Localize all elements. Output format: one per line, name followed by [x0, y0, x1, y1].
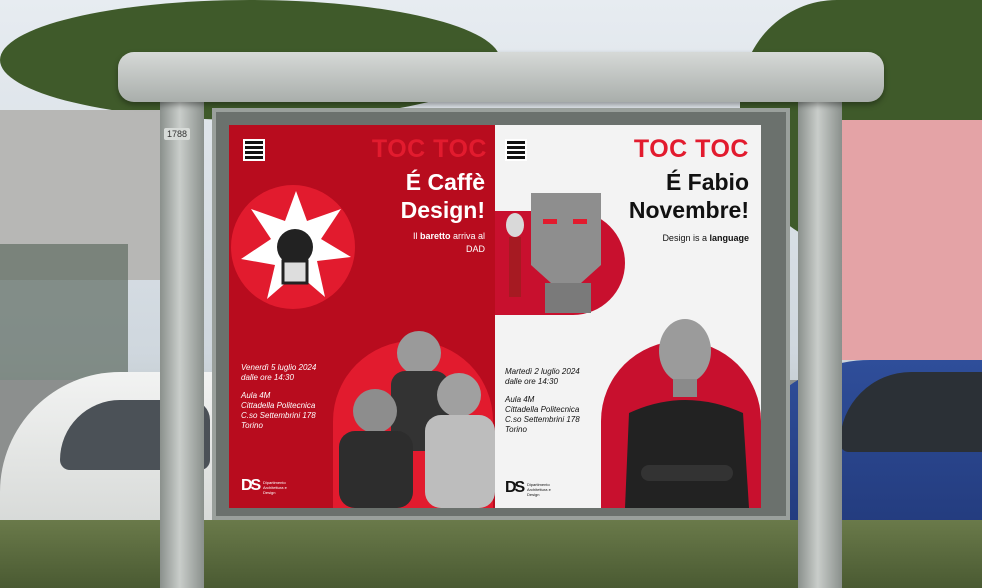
building-pink — [842, 120, 982, 360]
qr-code — [505, 139, 527, 161]
poster-fabio-novembre: TOC TOC É Fabio Novembre! Design is a la… — [495, 125, 761, 508]
poster-subtitle-line2: DAD — [465, 244, 485, 254]
billboard-post-left — [160, 96, 204, 588]
qr-code — [243, 139, 265, 161]
post-number-plate: 1788 — [164, 128, 191, 140]
department-logo-caption: Dipartimento Architettura e Design — [527, 482, 551, 497]
subtitle-prefix: Design is a — [662, 233, 707, 243]
subtitle-prefix: Il — [412, 231, 418, 241]
event-time: dalle ore 14:30 — [241, 373, 294, 382]
event-time: dalle ore 14:30 — [505, 377, 558, 386]
department-logo-caption: Dipartimento Architettura e Design — [263, 480, 287, 495]
poster-title-line3: Novembre! — [628, 197, 749, 223]
event-address: C.so Settembrini 178 — [241, 411, 316, 420]
poster-title-line1: TOC TOC — [633, 135, 749, 163]
mask-sculpture-image — [506, 193, 601, 313]
event-place: Cittadella Politecnica — [241, 401, 316, 410]
subtitle-bold: language — [709, 233, 749, 243]
poster-title-line1: TOC TOC — [371, 135, 487, 163]
event-details: Martedì 2 luglio 2024 dalle ore 14:30 Au… — [505, 367, 580, 435]
billboard-post-right — [798, 96, 842, 588]
department-logo: DS — [241, 477, 261, 494]
poster-subtitle: Design is a language — [662, 233, 749, 243]
poster-subtitle: Il baretto arriva al — [413, 231, 485, 241]
subtitle-bold: baretto — [419, 231, 451, 241]
billboard-roof — [118, 52, 884, 102]
event-date: Venerdì 5 luglio 2024 — [241, 363, 317, 372]
portrait-fabio-novembre — [625, 319, 749, 508]
event-city: Torino — [241, 421, 263, 430]
poster-title-line2: É Fabio — [665, 169, 749, 195]
group-photo-three-men — [339, 331, 495, 508]
event-room: Aula 4M — [241, 391, 271, 400]
event-address: C.so Settembrini 178 — [505, 415, 580, 424]
poster-caffe-design: TOC TOC É Caffè Design! Il baretto arriv… — [229, 125, 495, 508]
event-room: Aula 4M — [505, 395, 535, 404]
event-place: Cittadella Politecnica — [505, 405, 580, 414]
event-city: Torino — [505, 425, 527, 434]
event-details: Venerdì 5 luglio 2024 dalle ore 14:30 Au… — [241, 363, 316, 431]
comic-character-illustration — [241, 191, 351, 299]
poster-title-line3: Design! — [400, 197, 485, 223]
event-date: Martedì 2 luglio 2024 — [505, 367, 580, 376]
poster-title-line2: É Caffè — [405, 169, 485, 195]
department-logo: DS — [505, 479, 525, 496]
subtitle-rest: arriva al — [452, 231, 485, 241]
